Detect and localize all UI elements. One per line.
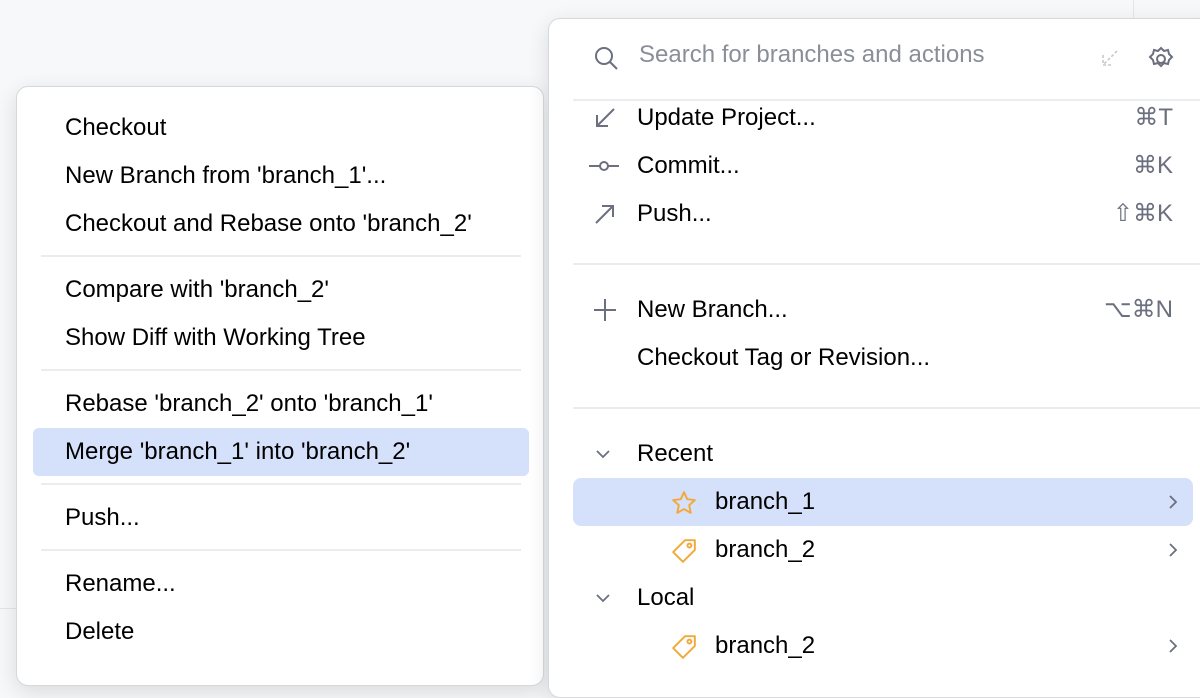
action-commit[interactable]: Commit... ⌘K: [573, 142, 1193, 190]
update-icon[interactable]: [1099, 47, 1121, 69]
menu-item-new-branch-from[interactable]: New Branch from 'branch_1'...: [33, 152, 529, 200]
branch-context-menu: Checkout New Branch from 'branch_1'... C…: [16, 86, 544, 686]
separator: [41, 549, 521, 551]
search-placeholder: Search for branches and actions: [639, 41, 985, 69]
action-push[interactable]: Push... ⇧⌘K: [573, 190, 1193, 238]
menu-item-merge[interactable]: Merge 'branch_1' into 'branch_2': [33, 428, 529, 476]
menu-item-rename[interactable]: Rename...: [33, 560, 529, 608]
action-update-project[interactable]: Update Project... ⌘T: [573, 94, 1193, 142]
branch-name: branch_2: [715, 526, 815, 574]
branch-name: branch_1: [715, 478, 815, 526]
action-checkout-tag[interactable]: Checkout Tag or Revision...: [573, 334, 1193, 382]
menu-item-checkout[interactable]: Checkout: [33, 104, 529, 152]
separator: [41, 369, 521, 371]
chevron-down-icon: [593, 444, 617, 468]
separator: [41, 255, 521, 257]
menu-item-compare[interactable]: Compare with 'branch_2': [33, 266, 529, 314]
shortcut: ⌘K: [1133, 142, 1173, 190]
separator: [41, 483, 521, 485]
shortcut: ⌥⌘N: [1104, 286, 1173, 334]
branch-item[interactable]: branch_2: [573, 526, 1193, 574]
action-label: Push...: [637, 190, 712, 238]
shortcut: ⇧⌘K: [1113, 190, 1173, 238]
background-divider: [1133, 0, 1134, 20]
gear-icon[interactable]: [1147, 45, 1175, 73]
search-icon: [593, 45, 621, 73]
menu-item-delete[interactable]: Delete: [33, 608, 529, 656]
action-label: Commit...: [637, 142, 740, 190]
separator: [573, 263, 1200, 265]
action-label: New Branch...: [637, 286, 788, 334]
menu-item-push[interactable]: Push...: [33, 494, 529, 542]
branch-name: branch_2: [715, 622, 815, 670]
tag-icon: [671, 538, 695, 562]
menu-item-show-diff[interactable]: Show Diff with Working Tree: [33, 314, 529, 362]
action-label: Update Project...: [637, 94, 816, 142]
menu-item-rebase[interactable]: Rebase 'branch_2' onto 'branch_1': [33, 380, 529, 428]
chevron-right-icon[interactable]: [1163, 492, 1183, 512]
star-icon: [671, 490, 695, 514]
update-icon: [593, 106, 617, 130]
branch-item[interactable]: branch_1: [573, 478, 1193, 526]
tag-icon: [671, 634, 695, 658]
background-divider: [0, 608, 16, 609]
group-label: Recent: [637, 430, 713, 478]
commit-icon: [593, 154, 617, 178]
group-local[interactable]: Local: [573, 574, 1193, 622]
menu-item-checkout-and-rebase[interactable]: Checkout and Rebase onto 'branch_2': [33, 200, 529, 248]
action-new-branch[interactable]: New Branch... ⌥⌘N: [573, 286, 1193, 334]
push-icon: [593, 202, 617, 226]
chevron-down-icon: [593, 588, 617, 612]
separator: [573, 407, 1200, 409]
search-input[interactable]: Search for branches and actions: [549, 19, 1200, 101]
git-branches-popup: Search for branches and actions Update P…: [548, 18, 1200, 698]
shortcut: ⌘T: [1134, 94, 1173, 142]
action-label: Checkout Tag or Revision...: [637, 334, 930, 382]
chevron-right-icon[interactable]: [1163, 540, 1183, 560]
chevron-right-icon[interactable]: [1163, 636, 1183, 656]
group-label: Local: [637, 574, 694, 622]
plus-icon: [593, 298, 617, 322]
branch-item[interactable]: branch_2: [573, 622, 1193, 670]
group-recent[interactable]: Recent: [573, 430, 1193, 478]
